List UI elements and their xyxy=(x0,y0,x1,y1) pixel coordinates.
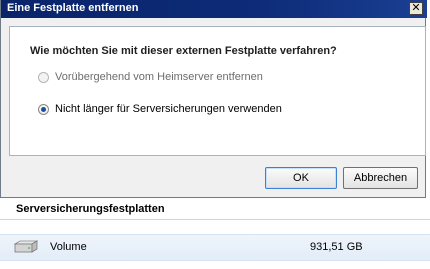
radio-stop-using[interactable] xyxy=(38,104,49,115)
remove-drive-dialog: Eine Festplatte entfernen ✕ Wie möchten … xyxy=(0,0,427,198)
option-temporarily-remove-label: Vorübergehend vom Heimserver entfernen xyxy=(55,71,263,83)
volume-name: Volume xyxy=(50,241,87,253)
dialog-title: Eine Festplatte entfernen xyxy=(7,2,139,14)
close-button[interactable]: ✕ xyxy=(409,2,423,15)
list-item[interactable]: Volume 931,51 GB xyxy=(0,234,430,261)
cancel-button[interactable]: Abbrechen xyxy=(343,167,418,189)
radio-temporarily-remove[interactable] xyxy=(38,72,49,83)
dialog-question: Wie möchten Sie mit dieser externen Fest… xyxy=(30,45,337,57)
close-icon: ✕ xyxy=(411,2,421,14)
volume-size: 931,51 GB xyxy=(310,241,363,253)
dialog-content: Wie möchten Sie mit dieser externen Fest… xyxy=(9,26,426,156)
section-title: Serversicherungsfestplatten xyxy=(0,198,430,220)
ok-button[interactable]: OK xyxy=(265,167,337,189)
option-stop-using-label: Nicht länger für Serversicherungen verwe… xyxy=(55,103,282,115)
hard-drive-icon xyxy=(13,240,38,253)
dialog-titlebar[interactable]: Eine Festplatte entfernen ✕ xyxy=(1,0,427,18)
backup-drives-panel: Serversicherungsfestplatten Volume 931,5… xyxy=(0,198,430,269)
